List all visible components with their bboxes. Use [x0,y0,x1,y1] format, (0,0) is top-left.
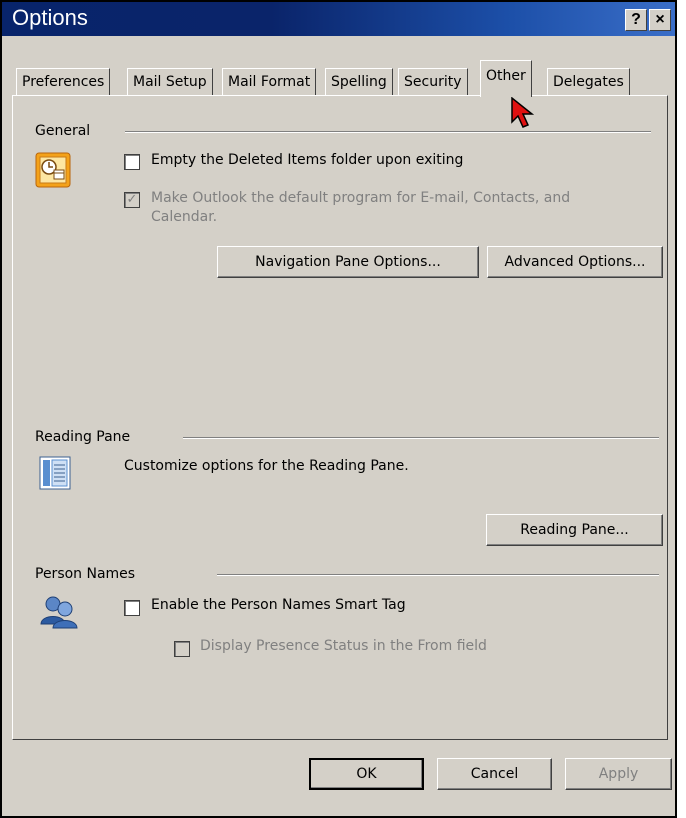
tab-strip: Preferences Mail Setup Mail Format Spell… [16,60,659,97]
cancel-button[interactable]: Cancel [437,758,552,790]
reading-pane-section-title: Reading Pane [35,429,131,445]
empty-deleted-checkbox[interactable] [124,154,140,170]
tab-security[interactable]: Security [398,68,468,96]
title-bar[interactable]: Options ? × [2,2,675,36]
default-program-label: Make Outlook the default program for E-m… [151,190,571,225]
advanced-options-button[interactable]: Advanced Options... [487,246,663,278]
person-names-section-title: Person Names [35,566,136,582]
close-button[interactable]: × [649,9,671,31]
empty-deleted-label: Empty the Deleted Items folder upon exit… [151,152,464,168]
calendar-options-icon [35,152,71,188]
tab-mail-setup[interactable]: Mail Setup [127,68,213,96]
contacts-icon [39,594,79,630]
ok-button[interactable]: OK [309,758,424,790]
general-divider [125,131,651,133]
navigation-pane-options-button[interactable]: Navigation Pane Options... [217,246,479,278]
person-names-smart-tag-label: Enable the Person Names Smart Tag [151,597,406,613]
person-names-smart-tag-checkbox[interactable] [124,600,140,616]
person-names-divider [217,574,659,576]
reading-pane-divider [183,437,659,439]
apply-button[interactable]: Apply [565,758,672,790]
reading-pane-button[interactable]: Reading Pane... [486,514,663,546]
presence-status-label: Display Presence Status in the From fiel… [200,638,487,654]
reading-pane-icon [39,456,71,490]
tab-spelling[interactable]: Spelling [325,68,393,96]
presence-status-checkbox[interactable] [174,641,190,657]
options-dialog: Options ? × Preferences Mail Setup Mail … [0,0,677,818]
help-button[interactable]: ? [625,9,647,31]
mouse-cursor-icon [510,96,536,130]
tab-panel-other: General Empty the Deleted Items folder u… [12,95,668,740]
tab-preferences[interactable]: Preferences [16,68,111,96]
tab-mail-format[interactable]: Mail Format [222,68,317,96]
tab-other[interactable]: Other [480,60,532,97]
tab-delegates[interactable]: Delegates [547,68,630,96]
window-title: Options [12,5,88,30]
reading-pane-description: Customize options for the Reading Pane. [124,458,409,474]
general-section-title: General [35,123,91,139]
default-program-checkbox[interactable]: ✓ [124,192,140,208]
